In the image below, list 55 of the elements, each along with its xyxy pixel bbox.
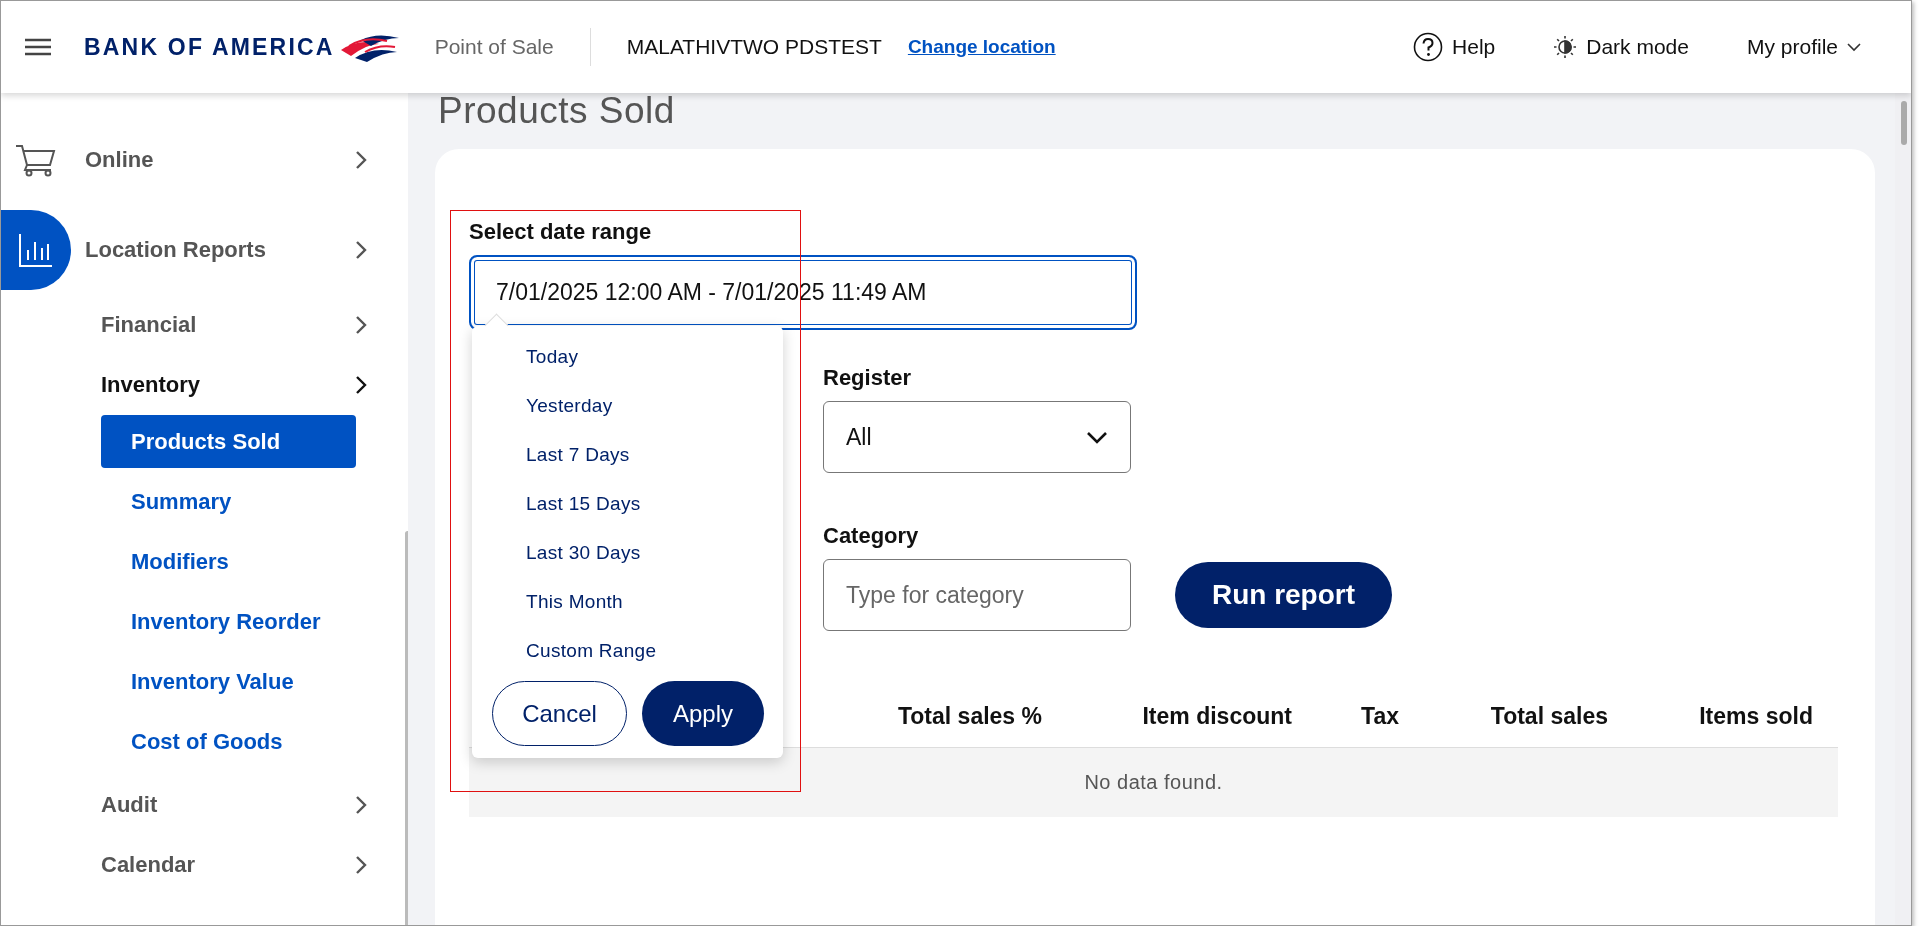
apply-button[interactable]: Apply: [642, 681, 764, 746]
nav-item[interactable]: Location Reports: [1, 205, 408, 295]
column-header: Tax: [1361, 703, 1399, 730]
run-report-button[interactable]: Run report: [1175, 562, 1392, 628]
nav-item[interactable]: Financial: [1, 295, 408, 355]
field-label: Category: [823, 523, 920, 549]
change-location-link[interactable]: Change location: [907, 36, 1056, 58]
nav-item[interactable]: Summary: [101, 475, 356, 528]
nav-item[interactable]: Cost of Goods: [101, 715, 356, 768]
column-header: Items sold: [1699, 703, 1813, 730]
register-select[interactable]: All: [823, 401, 1131, 473]
chevron-right-icon: [355, 150, 367, 170]
help-button[interactable]: Help: [1413, 32, 1496, 62]
menu-item[interactable]: Last 30 Days: [472, 528, 783, 577]
nav-item[interactable]: Audit: [1, 775, 408, 835]
profile-menu[interactable]: My profile: [1746, 35, 1861, 59]
menu-item[interactable]: Custom Range: [472, 626, 783, 675]
chevron-right-icon: [355, 240, 367, 260]
menu-item[interactable]: Yesterday: [472, 381, 783, 430]
nav-item[interactable]: Online: [1, 115, 408, 205]
nav-item[interactable]: Calendar: [1, 835, 408, 895]
brand-logo: BANK OF AMERICA: [84, 33, 335, 61]
chevron-right-icon: [355, 855, 367, 875]
nav-item[interactable]: Inventory Value: [101, 655, 356, 708]
scrollbar[interactable]: [1901, 101, 1907, 145]
chevron-right-icon: [355, 795, 367, 815]
cart-icon: [15, 143, 57, 177]
bar-chart-icon: [18, 232, 54, 268]
chevron-down-icon: [1847, 42, 1861, 52]
dark-mode-toggle[interactable]: Dark mode: [1553, 35, 1689, 59]
field-label: Select date range: [469, 219, 653, 245]
menu-item[interactable]: This Month: [472, 577, 783, 626]
menu-icon[interactable]: [25, 38, 51, 56]
app-name: Point of Sale: [434, 35, 554, 59]
nav-item[interactable]: Inventory Reorder: [101, 595, 356, 648]
nav-item[interactable]: Products Sold: [101, 415, 356, 468]
chevron-right-icon: [355, 375, 367, 395]
nav-item[interactable]: Modifiers: [101, 535, 356, 588]
chevron-right-icon: [355, 315, 367, 335]
cancel-button[interactable]: Cancel: [492, 681, 627, 746]
column-header: Total sales: [1490, 703, 1608, 730]
category-field[interactable]: Type for category: [823, 559, 1131, 631]
field-label: Register: [823, 365, 913, 391]
menu-item[interactable]: Today: [472, 332, 783, 381]
page-title: Products Sold: [438, 89, 675, 133]
column-header: Total sales %: [897, 703, 1042, 730]
location-name: MALATHIVTWO PDSTEST: [626, 35, 882, 59]
chevron-down-icon: [1086, 430, 1108, 444]
empty-message: No data found.: [1084, 771, 1223, 794]
menu-item[interactable]: Last 15 Days: [472, 479, 783, 528]
help-icon: [1413, 32, 1444, 62]
nav-item[interactable]: Inventory: [1, 355, 408, 415]
column-header: Item discount: [1142, 703, 1292, 730]
theme-icon: [1553, 35, 1578, 59]
menu-item[interactable]: Last 7 Days: [472, 430, 783, 479]
